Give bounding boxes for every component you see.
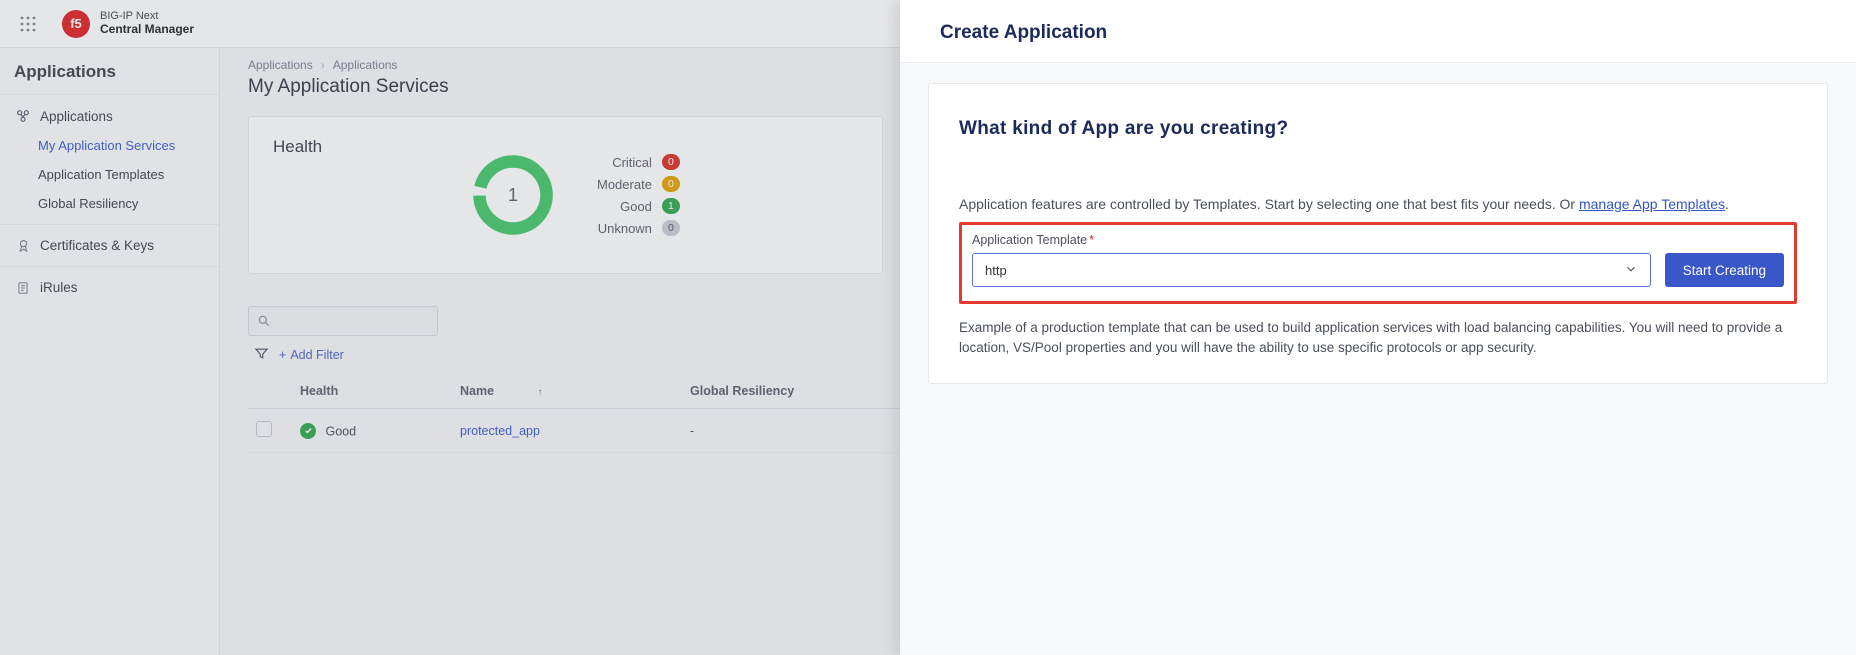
filter-icon[interactable] <box>254 346 269 364</box>
add-filter-button[interactable]: + Add Filter <box>279 348 344 362</box>
sidebar-apps-label: Applications <box>40 109 113 124</box>
breadcrumb-item[interactable]: Applications <box>333 58 398 72</box>
sidebar-item-certificates[interactable]: Certificates & Keys <box>0 231 219 260</box>
search-icon <box>257 314 271 328</box>
brand-logo: f5 <box>62 10 90 38</box>
manage-templates-link[interactable]: manage App Templates <box>1579 196 1725 212</box>
sidebar-item-irules[interactable]: iRules <box>0 273 219 302</box>
health-card: Health 1 Critical 0 <box>248 116 883 274</box>
col-health[interactable]: Health <box>292 374 452 409</box>
row-health: Good <box>325 424 356 438</box>
sidebar-sub-label: Global Resiliency <box>38 196 138 211</box>
certificate-icon <box>14 238 32 253</box>
panel-description: Application features are controlled by T… <box>959 194 1797 214</box>
plus-icon: + <box>279 348 286 362</box>
sidebar-sub-label: My Application Services <box>38 138 175 153</box>
panel-desc-post: . <box>1725 196 1729 212</box>
template-highlight-box: Application Template* http Start Creatin… <box>959 222 1797 304</box>
template-help-text: Example of a production template that ca… <box>959 318 1797 357</box>
panel-question: What kind of App are you creating? <box>959 118 1797 140</box>
sidebar-item-applications[interactable]: Applications <box>0 101 219 131</box>
legend-moderate-badge: 0 <box>662 176 680 192</box>
sort-asc-icon: ↑ <box>538 387 543 398</box>
template-select[interactable]: http <box>972 253 1651 287</box>
template-select-value: http <box>985 263 1007 278</box>
legend-good-badge: 1 <box>662 198 680 214</box>
row-checkbox[interactable] <box>256 421 272 437</box>
legend-unknown-badge: 0 <box>662 220 680 236</box>
sidebar-certs-label: Certificates & Keys <box>40 238 154 253</box>
health-total: 1 <box>469 151 557 239</box>
sidebar-heading: Applications <box>0 62 219 94</box>
health-heading: Health <box>273 137 453 157</box>
sidebar-irules-label: iRules <box>40 280 78 295</box>
health-donut: 1 <box>469 151 557 239</box>
legend-unknown-label: Unknown <box>598 221 652 236</box>
document-icon <box>14 281 32 295</box>
apps-icon <box>14 108 32 124</box>
legend-critical-label: Critical <box>612 155 652 170</box>
panel-title: Create Application <box>940 22 1816 44</box>
legend-moderate-label: Moderate <box>597 177 652 192</box>
start-creating-button[interactable]: Start Creating <box>1665 253 1784 287</box>
add-filter-label: Add Filter <box>290 348 344 362</box>
breadcrumb-item[interactable]: Applications <box>248 58 313 72</box>
row-name-link[interactable]: protected_app <box>460 424 540 438</box>
required-asterisk: * <box>1089 233 1094 247</box>
chevron-down-icon <box>1624 262 1638 279</box>
col-name-label: Name <box>460 384 494 398</box>
legend-critical-badge: 0 <box>662 154 680 170</box>
sidebar-item-global-resiliency[interactable]: Global Resiliency <box>0 189 219 218</box>
sidebar-sub-label: Application Templates <box>38 167 164 182</box>
status-good-icon <box>300 423 316 439</box>
panel-desc-pre: Application features are controlled by T… <box>959 196 1579 212</box>
template-field-label: Application Template* <box>972 233 1784 247</box>
sidebar-item-app-templates[interactable]: Application Templates <box>0 160 219 189</box>
health-legend: Critical 0 Moderate 0 Good 1 Unknown <box>597 151 680 239</box>
sidebar-item-my-app-services[interactable]: My Application Services <box>0 131 219 160</box>
create-application-panel: Create Application What kind of App are … <box>900 0 1856 655</box>
brand-line2: Central Manager <box>100 23 194 37</box>
template-label-text: Application Template <box>972 233 1087 247</box>
app-switcher-icon[interactable] <box>12 8 44 40</box>
legend-good-label: Good <box>620 199 652 214</box>
sidebar: Applications Applications My Application… <box>0 48 220 655</box>
search-input[interactable] <box>248 306 438 336</box>
brand-text: BIG-IP Next Central Manager <box>100 10 194 36</box>
col-name[interactable]: Name ↑ <box>452 374 682 409</box>
chevron-right-icon: › <box>321 58 325 72</box>
